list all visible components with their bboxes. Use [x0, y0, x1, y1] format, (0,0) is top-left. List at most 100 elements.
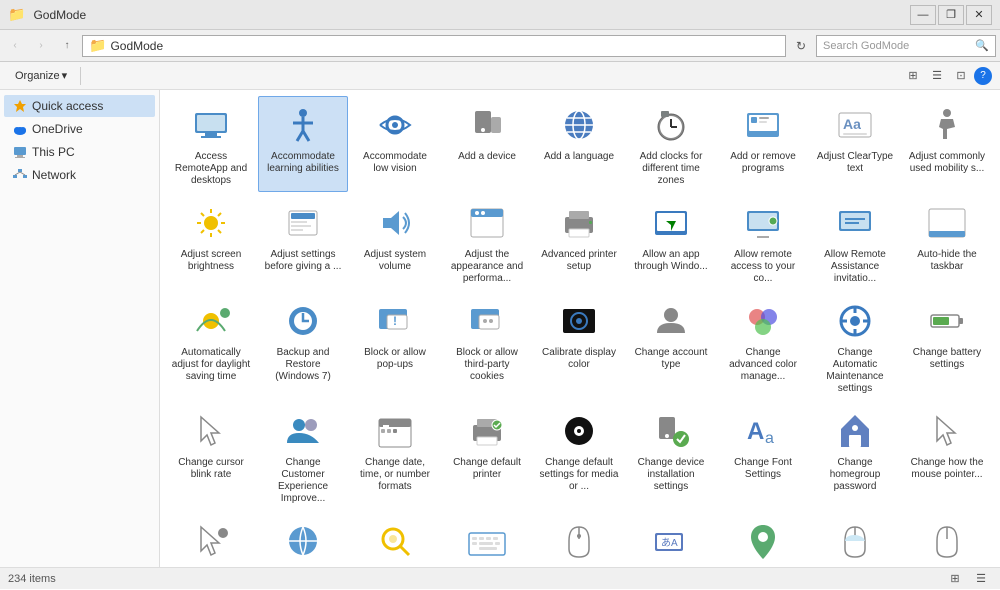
- icon-item-appearance[interactable]: Adjust the appearance and performa...: [442, 194, 532, 290]
- icon-label-backup: Backup and Restore (Windows 7): [263, 347, 343, 383]
- search-box[interactable]: Search GodMode 🔍: [816, 35, 996, 57]
- icon-label-customer: Change Customer Experience Improve...: [263, 457, 343, 505]
- icon-image-winsearch: [371, 517, 419, 565]
- icon-item-popups[interactable]: !Block or allow pop-ups: [350, 292, 440, 400]
- icon-item-clock[interactable]: Add clocks for different time zones: [626, 96, 716, 192]
- refresh-button[interactable]: ↻: [790, 35, 812, 57]
- icon-item-programs[interactable]: Add or remove programs: [718, 96, 808, 192]
- icon-item-mousepointer[interactable]: Change how the mouse pointer...: [902, 402, 992, 510]
- icon-image-firewall: [647, 199, 695, 247]
- icon-image-calibrate: [555, 297, 603, 345]
- icon-item-mouse2[interactable]: Change how your mouse works: [534, 512, 624, 567]
- icon-item-firewall[interactable]: Allow an app through Windo...: [626, 194, 716, 290]
- icon-item-font[interactable]: AaChange Font Settings: [718, 402, 808, 510]
- address-field[interactable]: 📁 GodMode: [82, 35, 786, 57]
- item-count: 234 items: [8, 573, 56, 585]
- icon-item-lowvision[interactable]: Accommodate low vision: [350, 96, 440, 192]
- sidebar-item-this-pc[interactable]: This PC: [4, 141, 155, 163]
- status-view-btn-2[interactable]: ☰: [970, 568, 992, 590]
- icon-image-volume: [371, 199, 419, 247]
- icon-label-device: Add a device: [458, 151, 516, 163]
- icon-item-defprinter[interactable]: Change default printer: [442, 402, 532, 510]
- icon-item-cleartype[interactable]: AaAdjust ClearType text: [810, 96, 900, 192]
- icon-item-language[interactable]: Add a language: [534, 96, 624, 192]
- star-icon: [12, 98, 28, 114]
- icon-label-volume: Adjust system volume: [355, 249, 435, 273]
- icon-item-mouseset[interactable]: Change mouse settings: [902, 512, 992, 567]
- address-bar: ‹ › ↑ 📁 GodMode ↻ Search GodMode 🔍: [0, 30, 1000, 62]
- quick-access-label: Quick access: [32, 99, 103, 113]
- organize-label: Organize: [15, 70, 60, 82]
- up-button[interactable]: ↑: [56, 35, 78, 57]
- organize-button[interactable]: Organize ▾: [8, 65, 74, 87]
- content-area: Access RemoteApp and desktopsAccommodate…: [160, 90, 1000, 567]
- view-details-button[interactable]: ⊞: [902, 65, 924, 87]
- icon-image-input: あA: [647, 517, 695, 565]
- icon-image-mouseset: [923, 517, 971, 565]
- icon-item-printer[interactable]: Advanced printer setup: [534, 194, 624, 290]
- icon-item-mobility[interactable]: Adjust commonly used mobility s...: [902, 96, 992, 192]
- icon-item-calibrate[interactable]: Calibrate display color: [534, 292, 624, 400]
- maximize-button[interactable]: ❐: [938, 5, 964, 25]
- forward-button[interactable]: ›: [30, 35, 52, 57]
- icon-image-customer: [279, 407, 327, 455]
- minimize-button[interactable]: —: [910, 5, 936, 25]
- icon-item-colormanage[interactable]: Change advanced color manage...: [718, 292, 808, 400]
- icon-image-cookies: [463, 297, 511, 345]
- icon-label-appearance: Adjust the appearance and performa...: [447, 249, 527, 285]
- icon-image-cursor: [187, 407, 235, 455]
- computer-icon: [12, 144, 28, 160]
- icon-item-accessibility[interactable]: Accommodate learning abilities: [258, 96, 348, 192]
- icon-image-backup: [279, 297, 327, 345]
- view-icons-button[interactable]: ⊡: [950, 65, 972, 87]
- status-view-btn-1[interactable]: ⊞: [944, 568, 966, 590]
- icon-item-mouselook[interactable]: Change how the mouse pointer lo...: [166, 512, 256, 567]
- icon-item-volume[interactable]: Adjust system volume: [350, 194, 440, 290]
- icon-item-homegroup[interactable]: Change homegroup password: [810, 402, 900, 510]
- icon-item-location[interactable]: Change location: [718, 512, 808, 567]
- icon-item-input[interactable]: あAChange input methods: [626, 512, 716, 567]
- icon-item-cursor[interactable]: Change cursor blink rate: [166, 402, 256, 510]
- this-pc-label: This PC: [32, 145, 75, 159]
- icon-item-backup[interactable]: Backup and Restore (Windows 7): [258, 292, 348, 400]
- view-list-button[interactable]: ☰: [926, 65, 948, 87]
- sidebar-item-onedrive[interactable]: OneDrive: [4, 118, 155, 140]
- icon-item-battery[interactable]: Change battery settings: [902, 292, 992, 400]
- icon-item-cookies[interactable]: Block or allow third-party cookies: [442, 292, 532, 400]
- icon-item-keyboard2[interactable]: Change how your keyboard works: [442, 512, 532, 567]
- icon-item-device[interactable]: Add a device: [442, 96, 532, 192]
- icon-item-dateformat[interactable]: Change date, time, or number formats: [350, 402, 440, 510]
- icon-image-homegroup: [831, 407, 879, 455]
- icon-image-brightness: [187, 199, 235, 247]
- icon-item-winsearch[interactable]: Change how Windows searches: [350, 512, 440, 567]
- icon-label-cleartype: Adjust ClearType text: [815, 151, 895, 175]
- icon-item-remote[interactable]: Access RemoteApp and desktops: [166, 96, 256, 192]
- icon-item-mouseclick[interactable]: Change mouse click settings: [810, 512, 900, 567]
- sidebar-item-network[interactable]: Network: [4, 164, 155, 186]
- icon-image-devinstall: [647, 407, 695, 455]
- icon-item-taskbar[interactable]: Auto-hide the taskbar: [902, 194, 992, 290]
- icon-image-dateformat: [371, 407, 419, 455]
- window-title: GodMode: [29, 8, 910, 22]
- icon-item-daylight[interactable]: Automatically adjust for daylight saving…: [166, 292, 256, 400]
- icon-item-devinstall[interactable]: Change device installation settings: [626, 402, 716, 510]
- help-button[interactable]: ?: [974, 67, 992, 85]
- icon-item-brightness[interactable]: Adjust screen brightness: [166, 194, 256, 290]
- network-icon: [12, 167, 28, 183]
- icon-item-media[interactable]: Change default settings for media or ...: [534, 402, 624, 510]
- icon-item-assistance[interactable]: Allow Remote Assistance invitatio...: [810, 194, 900, 290]
- sidebar-item-quick-access[interactable]: Quick access: [4, 95, 155, 117]
- icon-item-webpage[interactable]: Change how web pages are displayed...: [258, 512, 348, 567]
- close-button[interactable]: ✕: [966, 5, 992, 25]
- address-text: GodMode: [110, 39, 163, 53]
- main-layout: Quick access OneDrive This PC Network Ac…: [0, 90, 1000, 567]
- back-button[interactable]: ‹: [4, 35, 26, 57]
- icon-item-maintenance[interactable]: Change Automatic Maintenance settings: [810, 292, 900, 400]
- status-bar: 234 items ⊞ ☰: [0, 567, 1000, 589]
- icon-item-account[interactable]: Change account type: [626, 292, 716, 400]
- icon-image-battery: [923, 297, 971, 345]
- icon-item-settings[interactable]: Adjust settings before giving a ...: [258, 194, 348, 290]
- icon-item-remote2[interactable]: Allow remote access to your co...: [718, 194, 808, 290]
- icon-image-programs: [739, 101, 787, 149]
- icon-item-customer[interactable]: Change Customer Experience Improve...: [258, 402, 348, 510]
